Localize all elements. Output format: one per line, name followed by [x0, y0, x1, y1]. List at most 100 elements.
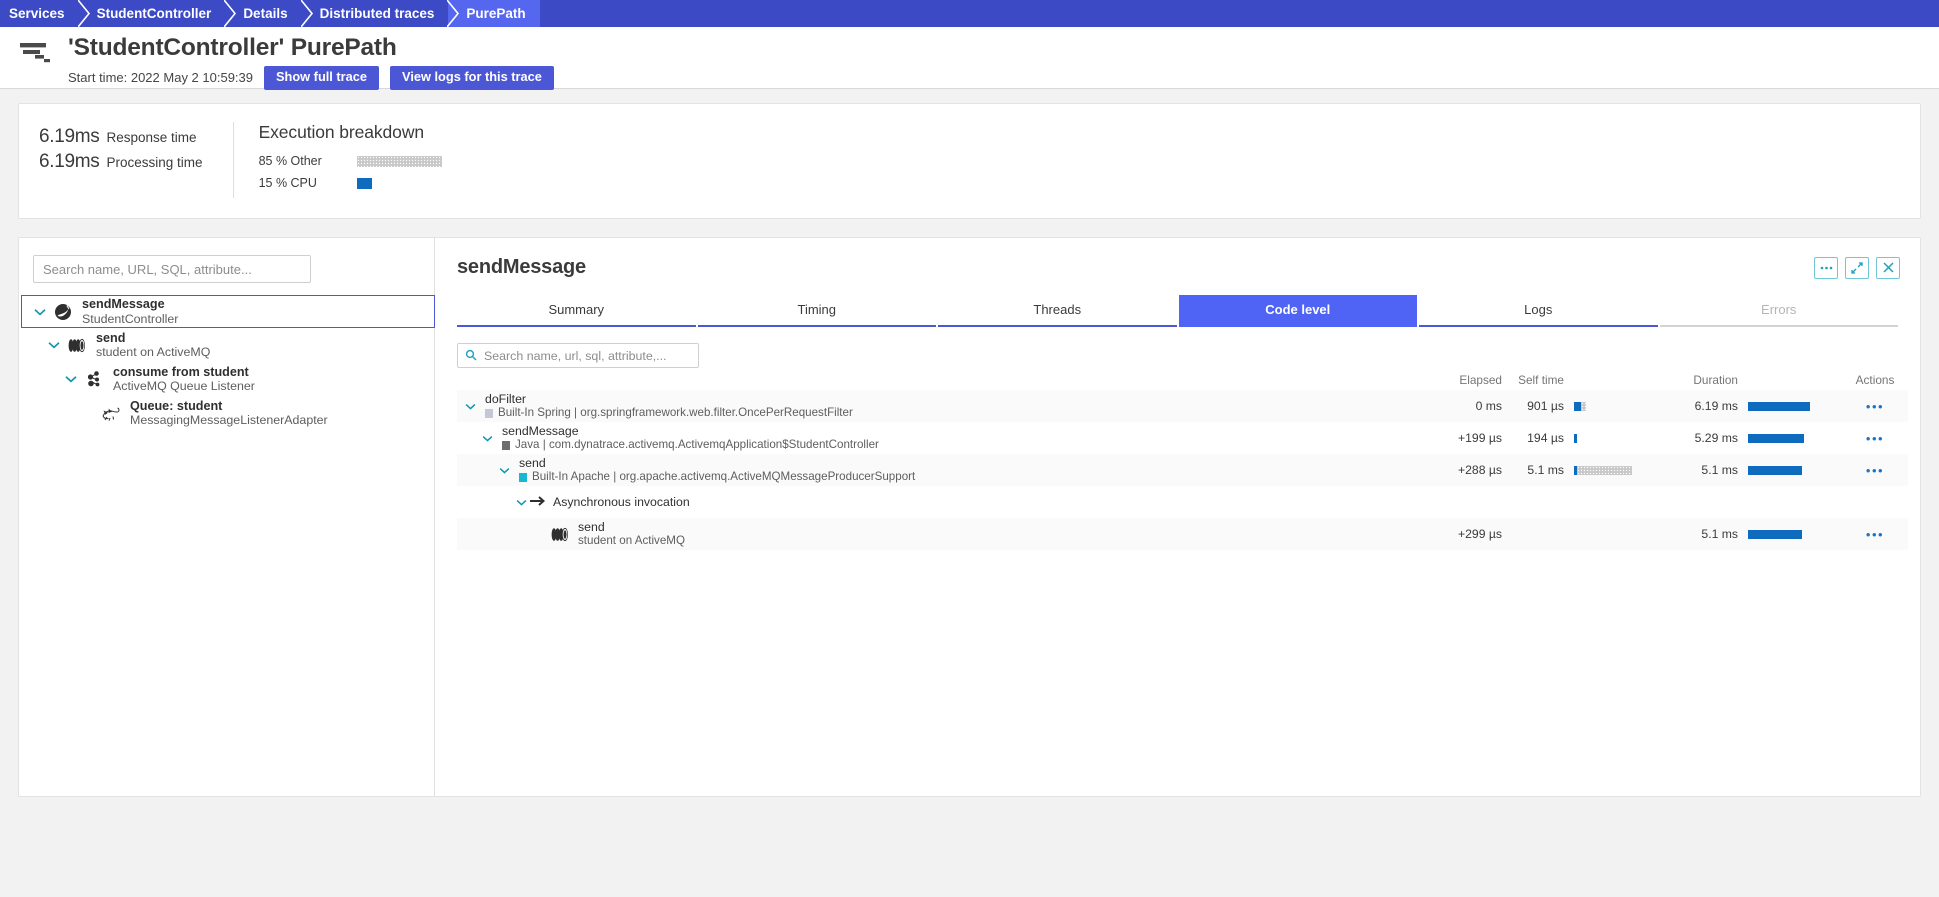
- row-subtitle-text: Built-In Spring | org.springframework.we…: [498, 406, 853, 420]
- row-name-cell: send Built-In Apache | org.apache.activem…: [457, 456, 1416, 485]
- duration-bar-fill: [1748, 466, 1802, 476]
- execution-breakdown: Execution breakdown 85 % Other 15 % CPU: [234, 122, 442, 198]
- spring-leaf-icon: [50, 303, 76, 321]
- tree-search-input[interactable]: [33, 255, 311, 283]
- more-options-icon[interactable]: •••: [1866, 399, 1884, 414]
- tree-node-send[interactable]: send student on ActiveMQ: [19, 328, 434, 362]
- self-time-bar: [1564, 463, 1664, 477]
- cell-elapsed: +288 µs: [1458, 463, 1502, 477]
- tree-node-text: sendMessage StudentController: [82, 297, 178, 326]
- close-button[interactable]: [1876, 256, 1900, 279]
- chevron-down-icon[interactable]: [461, 403, 479, 410]
- cell-duration: 6.19 ms: [1694, 399, 1738, 413]
- chevron-down-icon[interactable]: [61, 375, 81, 383]
- row-title: send: [578, 519, 605, 534]
- row-name-cell: send student on ActiveMQ: [457, 520, 1416, 549]
- technology-swatch-icon: [485, 408, 493, 418]
- chevron-down-icon[interactable]: [478, 435, 496, 442]
- cell-duration: 5.1 ms: [1701, 527, 1738, 541]
- tab-code-level[interactable]: Code level: [1178, 295, 1417, 327]
- tree-node-text: Queue: student MessagingMessageListenerAd…: [130, 399, 328, 428]
- chevron-down-icon[interactable]: [30, 308, 50, 316]
- breadcrumb-label: Details: [243, 6, 288, 21]
- row-title: doFilter: [485, 391, 527, 406]
- async-arrow-icon: [530, 494, 546, 511]
- breadcrumb-item-services[interactable]: Services: [0, 0, 92, 27]
- row-text: doFilter Built-In Spring | org.springfram…: [485, 392, 853, 421]
- cell-self-time: 194 µs: [1527, 431, 1564, 445]
- table-row[interactable]: sendMessage Java | com.dynatrace.activemq…: [457, 422, 1908, 454]
- cell-self-time: 5.1 ms: [1527, 463, 1564, 477]
- tab-timing[interactable]: Timing: [697, 295, 936, 327]
- row-actions-button[interactable]: •••: [1842, 527, 1908, 542]
- chevron-down-icon[interactable]: [512, 499, 530, 506]
- tree-node-sub: student on ActiveMQ: [96, 345, 211, 360]
- cell-elapsed: 0 ms: [1475, 399, 1502, 413]
- more-options-icon[interactable]: •••: [1866, 463, 1884, 478]
- tab-summary[interactable]: Summary: [457, 295, 696, 327]
- tree-node-name: sendMessage: [82, 297, 165, 312]
- view-logs-button[interactable]: View logs for this trace: [390, 66, 554, 90]
- breakdown-row: 85 % Other: [259, 154, 442, 168]
- more-options-icon[interactable]: •••: [1866, 431, 1884, 446]
- tree-node-name: consume from student: [113, 364, 249, 379]
- breakdown-label: 85 % Other: [258, 154, 322, 168]
- breadcrumb-chevron-icon: [224, 0, 239, 27]
- purepath-icon: [20, 39, 58, 65]
- self-time-bar: [1564, 431, 1664, 445]
- table-row[interactable]: send Built-In Apache | org.apache.activem…: [457, 454, 1908, 486]
- breadcrumb-chevron-icon: [447, 0, 462, 27]
- activemq-queue-icon: [64, 338, 90, 353]
- tree-node-name: Queue: student: [130, 398, 223, 413]
- row-name-cell: doFilter Built-In Spring | org.springfram…: [457, 392, 1416, 421]
- header-duration: Duration: [1693, 373, 1738, 387]
- summary-card: 6.19ms Response time 6.19ms Processing t…: [18, 103, 1921, 219]
- duration-bar-fill: [1748, 434, 1804, 444]
- purepath-tree-panel: sendMessageStudentController sendstudent …: [19, 238, 435, 796]
- tab-logs[interactable]: Logs: [1419, 295, 1658, 327]
- timing-summary: 6.19ms Response time 6.19ms Processing t…: [19, 122, 234, 198]
- duration-bar: [1738, 463, 1842, 477]
- tab-threads[interactable]: Threads: [938, 295, 1177, 327]
- show-full-trace-button[interactable]: Show full trace: [264, 66, 380, 90]
- start-time: Start time: 2022 May 2 10:59:39: [68, 70, 253, 86]
- expand-button[interactable]: [1845, 256, 1869, 279]
- page-title: 'StudentController' PurePath: [68, 34, 397, 61]
- breadcrumb-chevron-icon: [77, 0, 92, 27]
- row-title: sendMessage: [502, 423, 579, 438]
- code-level-search-input[interactable]: [457, 343, 699, 368]
- chevron-down-icon[interactable]: [495, 467, 513, 474]
- row-title: Asynchronous invocation: [553, 495, 690, 509]
- row-subtitle-text: student on ActiveMQ: [578, 534, 685, 548]
- row-actions-button[interactable]: •••: [1842, 463, 1908, 478]
- more-options-icon[interactable]: •••: [1866, 527, 1884, 542]
- breadcrumb-item-distributed-traces[interactable]: Distributed traces: [301, 0, 462, 27]
- breadcrumb-item-purepath[interactable]: PurePath: [448, 0, 540, 27]
- breadcrumb: Services StudentController Details Distribu…: [0, 0, 1939, 27]
- tree-node-consume-from-student[interactable]: consume from student ActiveMQ Queue Liste…: [19, 362, 434, 396]
- more-options-button[interactable]: [1814, 256, 1838, 279]
- breadcrumb-label: Services: [9, 6, 65, 21]
- table-row[interactable]: Asynchronous invocation: [457, 486, 1908, 518]
- self-time-bar-solid: [1574, 434, 1577, 444]
- table-row[interactable]: send student on ActiveMQ +299 µs 5.1 ms •••: [457, 518, 1908, 550]
- tree-node-sub: ActiveMQ Queue Listener: [113, 379, 255, 394]
- header-actions: Actions: [1855, 373, 1895, 387]
- table-row[interactable]: doFilter Built-In Spring | org.springfram…: [457, 390, 1908, 422]
- response-time-label: Response time: [106, 130, 197, 145]
- row-name-cell: sendMessage Java | com.dynatrace.activemq…: [457, 424, 1416, 453]
- tree-node-queue-student[interactable]: Queue: student MessagingMessageListenerAd…: [19, 396, 434, 430]
- tree-node-sendmessage[interactable]: sendMessage StudentController: [21, 295, 435, 328]
- row-subtitle: student on ActiveMQ: [578, 534, 685, 548]
- cell-duration: 5.1 ms: [1701, 463, 1738, 477]
- row-subtitle: Java | com.dynatrace.activemq.ActivemqAp…: [502, 438, 879, 452]
- row-actions-button[interactable]: •••: [1842, 431, 1908, 446]
- breadcrumb-label: StudentController: [96, 6, 212, 21]
- chevron-down-icon[interactable]: [44, 341, 64, 349]
- breadcrumb-item-studentcontroller[interactable]: StudentController: [78, 0, 239, 27]
- header-self-time: Self time: [1518, 373, 1564, 387]
- row-actions-button[interactable]: •••: [1842, 399, 1908, 414]
- tree-node-list: sendMessage StudentController send student …: [19, 295, 435, 430]
- page-body: 6.19ms Response time 6.19ms Processing t…: [0, 89, 1939, 897]
- breadcrumb-label: PurePath: [466, 6, 526, 21]
